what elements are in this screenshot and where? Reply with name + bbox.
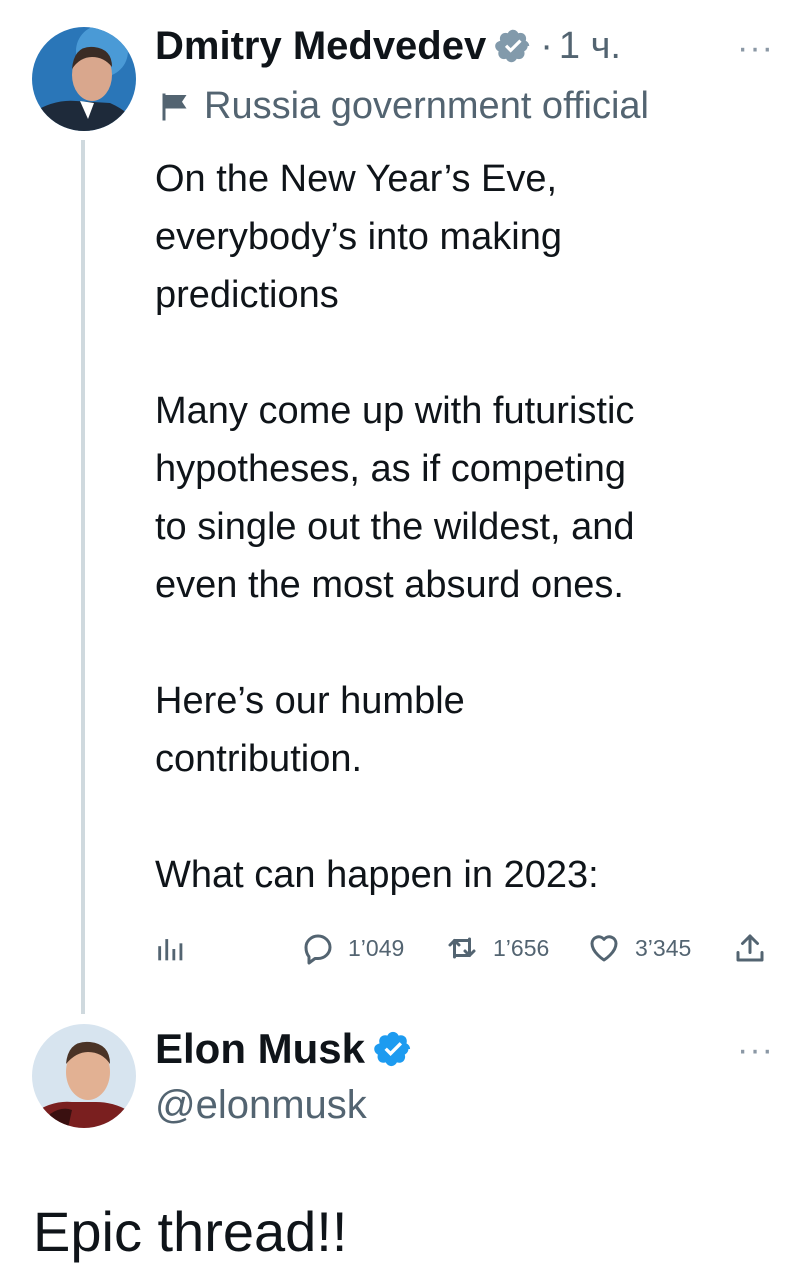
paragraph: Many come up with futuristic hypotheses,… [155, 382, 775, 614]
text-line: even the most absurd ones. [155, 564, 624, 606]
retweet-icon [448, 937, 476, 959]
verified-blue-badge-icon [373, 1029, 413, 1069]
musk-avatar[interactable] [32, 1024, 136, 1128]
government-label: Russia government official [158, 85, 649, 128]
retweet-count: 1’656 [493, 934, 550, 961]
text-line: contribution. [155, 738, 363, 780]
analytics-icon [158, 939, 183, 961]
author-handle[interactable]: @elonmusk [155, 1080, 367, 1130]
paragraph: What can happen in 2023: [155, 846, 775, 904]
author-name[interactable]: Dmitry Medvedev [155, 22, 486, 70]
reply-icon [304, 934, 332, 965]
tweet-time[interactable]: 1 ч. [559, 25, 621, 68]
text-line: On the New Year’s Eve, [155, 158, 558, 200]
tweet-text: Epic thread!! [33, 1200, 348, 1263]
reply-count: 1’049 [348, 934, 405, 961]
flag-icon [158, 89, 194, 125]
medvedev-avatar[interactable] [32, 27, 136, 131]
text-line: Here’s our humble [155, 680, 465, 722]
label-text: Russia government official [204, 85, 649, 127]
tweet-text: On the New Year’s Eve, everybody’s into … [155, 150, 775, 904]
more-icon[interactable]: ··· [737, 1033, 774, 1067]
author-name[interactable]: Elon Musk [155, 1025, 365, 1073]
thread-line [81, 140, 85, 1014]
text-line: to single out the wildest, and [155, 506, 635, 548]
retweet-button[interactable]: 1’656 [443, 930, 549, 966]
separator: · [540, 24, 553, 67]
like-icon [590, 935, 618, 962]
text-line: everybody’s into making [155, 216, 562, 258]
like-button[interactable]: 3’345 [585, 930, 691, 966]
reply-button[interactable]: 1’049 [300, 930, 404, 966]
verified-gray-badge-icon [494, 27, 532, 65]
paragraph: Here’s our humble contribution. [155, 672, 775, 788]
analytics-button[interactable] [154, 932, 188, 966]
more-icon[interactable]: ··· [737, 31, 774, 65]
like-count: 3’345 [635, 934, 692, 961]
paragraph: On the New Year’s Eve, everybody’s into … [155, 150, 775, 324]
tweet-header: Elon Musk [155, 1025, 413, 1073]
share-icon [736, 934, 764, 962]
text-line: hypotheses, as if competing [155, 448, 627, 490]
share-button[interactable] [732, 930, 768, 966]
text-line: predictions [155, 274, 339, 316]
text-line: Many come up with futuristic [155, 390, 635, 432]
text-line: What can happen in 2023: [155, 854, 599, 896]
tweet-header: Dmitry Medvedev · 1 ч. [155, 22, 621, 70]
